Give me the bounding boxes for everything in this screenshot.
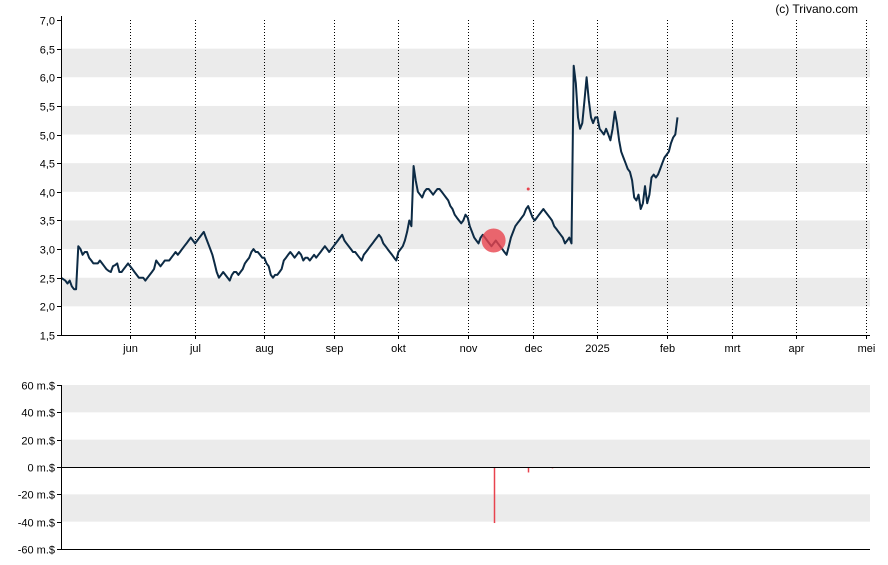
- y-tick-label: 7,0: [40, 16, 55, 28]
- price-chart: 1,5 2,0 2,5 3,0 3,5 4,0 4,5 5,0 5,5 6,0 6,5 7,0 jun…: [40, 16, 876, 356]
- volume-bands: [61, 385, 870, 522]
- price-band: [61, 277, 870, 307]
- x-tick-label: apr: [789, 343, 805, 355]
- price-x-axis-ticks: jun jul aug sep okt nov dec 2025 feb mrt apr mei: [122, 335, 875, 355]
- x-tick-label: nov: [460, 343, 478, 355]
- small-event-marker: [526, 187, 530, 191]
- volume-y-tick-label: -20 m.$: [18, 490, 55, 502]
- x-tick-label: mei: [858, 343, 876, 355]
- y-tick-label: 1,5: [40, 331, 55, 343]
- x-tick-label: mrt: [725, 343, 741, 355]
- price-band: [61, 220, 870, 250]
- x-tick-label: feb: [660, 343, 675, 355]
- x-tick-label: sep: [326, 343, 344, 355]
- volume-band: [61, 385, 870, 413]
- y-tick-label: 5,0: [40, 131, 55, 143]
- y-tick-label: 6,5: [40, 45, 55, 57]
- chart-canvas: (c) Trivano.com 1,5 2,0 2,5 3,0 3,5 4,0 4,5 5,0…: [18, 2, 876, 557]
- price-band: [61, 105, 870, 135]
- x-tick-label: 2025: [585, 343, 609, 355]
- volume-band: [61, 494, 870, 522]
- y-tick-label: 2,0: [40, 302, 55, 314]
- credit-text: (c) Trivano.com: [775, 2, 858, 16]
- y-tick-label: 5,5: [40, 102, 55, 114]
- y-tick-label: 6,0: [40, 73, 55, 85]
- y-tick-label: 2,5: [40, 274, 55, 286]
- price-y-axis-ticks: 1,5 2,0 2,5 3,0 3,5 4,0 4,5 5,0 5,5 6,0 6,5 7,0: [40, 16, 61, 343]
- volume-chart: -60 m.$ -40 m.$ -20 m.$ 0 m.$ 20 m.$ 40 m.$ 60…: [18, 381, 870, 557]
- x-tick-label: dec: [525, 343, 543, 355]
- event-marker: [481, 228, 506, 253]
- volume-y-tick-label: 60 m.$: [21, 381, 55, 393]
- y-tick-label: 4,0: [40, 188, 55, 200]
- volume-y-tick-label: -40 m.$: [18, 518, 55, 530]
- volume-y-tick-label: 40 m.$: [21, 408, 55, 420]
- price-band: [61, 48, 870, 78]
- volume-y-axis-ticks: -60 m.$ -40 m.$ -20 m.$ 0 m.$ 20 m.$ 40 m.$ 60…: [18, 381, 61, 557]
- volume-band: [61, 439, 870, 467]
- y-tick-label: 3,5: [40, 216, 55, 228]
- y-tick-label: 4,5: [40, 159, 55, 171]
- price-bands: [61, 48, 870, 307]
- y-tick-label: 3,0: [40, 245, 55, 257]
- x-tick-label: jul: [189, 343, 201, 355]
- x-tick-label: jun: [122, 343, 138, 355]
- volume-y-tick-label: 0 m.$: [27, 463, 55, 475]
- x-tick-label: okt: [391, 343, 406, 355]
- x-tick-label: aug: [255, 343, 273, 355]
- volume-y-tick-label: 20 m.$: [21, 436, 55, 448]
- price-band: [61, 163, 870, 192]
- volume-y-tick-label: -60 m.$: [18, 545, 55, 557]
